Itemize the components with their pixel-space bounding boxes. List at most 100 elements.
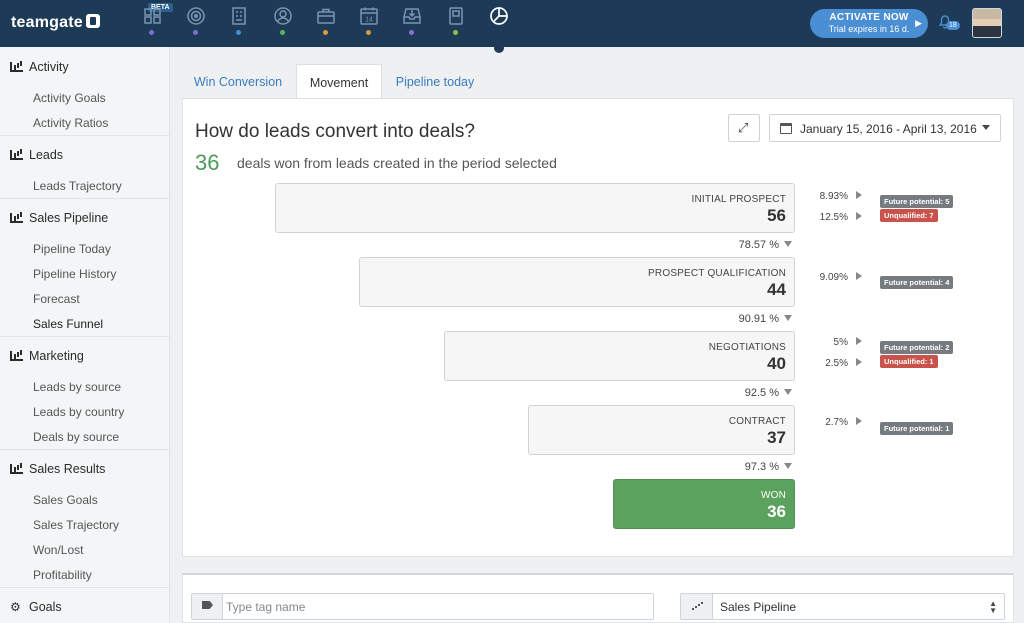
sidebar-section-label: Marketing <box>29 349 84 363</box>
funnel-stage-negotiations[interactable]: NEGOTIATIONS 40 <box>444 331 795 381</box>
bar-chart-icon <box>10 351 23 361</box>
sidebar-item-sales-trajectory[interactable]: Sales Trajectory <box>33 518 119 532</box>
dropoff-percent: 2.5% <box>812 358 862 369</box>
pipeline-select[interactable]: Sales Pipeline ▲ ▼ <box>680 593 1005 620</box>
won-caption: deals won from leads created in the peri… <box>237 155 557 171</box>
sidebar-item-leads-by-source[interactable]: Leads by source <box>33 380 121 394</box>
tag-icon <box>202 601 213 609</box>
activate-now-button[interactable]: ACTIVATE NOW Trial expires in 16 d. ▶ <box>810 9 928 38</box>
triangle-down-icon <box>784 389 792 395</box>
sidebar-item-activity-ratios[interactable]: Activity Ratios <box>33 116 108 130</box>
divider <box>0 449 170 450</box>
conversion-rate: 90.91 % <box>712 313 792 325</box>
pipeline-select-value: Sales Pipeline <box>720 600 797 614</box>
sidebar-section-label: Activity <box>29 60 69 74</box>
sidebar-item-sales-goals[interactable]: Sales Goals <box>33 493 98 507</box>
target-icon[interactable] <box>186 6 206 26</box>
sidebar-item-pipeline-history[interactable]: Pipeline History <box>33 267 116 281</box>
funnel-stage-contract[interactable]: CONTRACT 37 <box>528 405 795 455</box>
sidebar-section-label: Leads <box>29 148 64 162</box>
bar-chart-icon <box>10 464 23 474</box>
chevron-right-icon: ▶ <box>915 18 922 28</box>
dropoff-percent: 5% <box>812 337 862 348</box>
funnel-stage-won[interactable]: WON 36 <box>613 479 795 529</box>
sidebar-item-deals-by-source[interactable]: Deals by source <box>33 430 119 444</box>
future-potential-badge[interactable]: Future potential: 5 <box>880 195 954 208</box>
target-dot <box>193 30 198 35</box>
tab-win-conversion[interactable]: Win Conversion <box>182 64 294 99</box>
expand-icon: ⤢ <box>738 120 749 135</box>
chevron-down-icon <box>982 125 990 130</box>
activate-title: ACTIVATE NOW <box>829 12 909 23</box>
dropoff-percent: 2.7% <box>812 417 862 428</box>
notification-count-badge: 18 <box>946 21 960 30</box>
page-title: How do leads convert into deals? <box>195 121 475 142</box>
sidebar-item-activity-goals[interactable]: Activity Goals <box>33 91 106 105</box>
unqualified-badge[interactable]: Unqualified: 7 <box>880 209 938 222</box>
sidebar-item-pipeline-today[interactable]: Pipeline Today <box>33 242 111 256</box>
dropoff-value: 2.5% <box>825 358 848 369</box>
triangle-right-icon <box>856 417 862 425</box>
documents-icon[interactable] <box>446 6 466 26</box>
companies-icon[interactable] <box>229 6 249 26</box>
sidebar-item-forecast[interactable]: Forecast <box>33 292 80 306</box>
dropoff-percent: 12.5% <box>812 212 862 223</box>
stage-name: INITIAL PROSPECT <box>691 194 786 205</box>
sidebar-item-won-lost[interactable]: Won/Lost <box>33 543 83 557</box>
divider <box>0 135 170 136</box>
calendar-day: 14 <box>365 17 373 24</box>
date-range-picker[interactable]: January 15, 2016 - April 13, 2016 <box>769 114 1001 142</box>
tab-movement[interactable]: Movement <box>296 64 382 99</box>
dropoff-value: 8.93% <box>819 191 848 202</box>
contacts-icon[interactable] <box>273 6 293 26</box>
sidebar-section-sales-pipeline[interactable]: Sales Pipeline <box>10 211 108 225</box>
inbox-icon[interactable] <box>402 6 422 26</box>
triangle-down-icon <box>784 463 792 469</box>
future-potential-badge[interactable]: Future potential: 1 <box>880 422 954 435</box>
dropoff-value: 9.09% <box>819 272 848 283</box>
tag-input[interactable] <box>225 594 650 619</box>
sidebar-item-sales-funnel[interactable]: Sales Funnel <box>33 317 103 331</box>
calendar-icon[interactable]: 14 <box>359 6 379 26</box>
sidebar: Activity Activity Goals Activity Ratios … <box>0 47 170 623</box>
tag-filter[interactable] <box>191 593 654 620</box>
teamgate-logo[interactable]: teamgate <box>11 14 100 32</box>
dashboard-icon[interactable] <box>143 6 163 26</box>
triangle-down-icon <box>784 241 792 247</box>
stage-name: PROSPECT QUALIFICATION <box>648 268 786 279</box>
contacts-dot <box>280 30 285 35</box>
reports-icon[interactable] <box>489 6 509 26</box>
triangle-down-icon <box>784 315 792 321</box>
bar-chart-icon <box>10 150 23 160</box>
sidebar-section-activity[interactable]: Activity <box>10 60 69 74</box>
trial-expiry-text: Trial expires in 16 d. <box>828 24 910 34</box>
deals-icon[interactable] <box>316 6 336 26</box>
sidebar-section-sales-results[interactable]: Sales Results <box>10 462 105 476</box>
top-bar: teamgate BETA 14 ACTIVATE NOW Trial expi… <box>0 0 1024 47</box>
funnel-stage-initial-prospect[interactable]: INITIAL PROSPECT 56 <box>275 183 795 233</box>
triangle-right-icon <box>856 272 862 280</box>
sidebar-section-goals[interactable]: ⚙ Goals <box>10 600 62 614</box>
future-potential-badge[interactable]: Future potential: 2 <box>880 341 954 354</box>
unqualified-badge[interactable]: Unqualified: 1 <box>880 355 938 368</box>
conversion-rate: 97.3 % <box>712 461 792 473</box>
sidebar-section-leads[interactable]: Leads <box>10 148 63 162</box>
sidebar-item-leads-trajectory[interactable]: Leads Trajectory <box>33 179 122 193</box>
future-potential-badge[interactable]: Future potential: 4 <box>880 276 954 289</box>
stage-value: 36 <box>767 502 786 521</box>
sidebar-item-profitability[interactable]: Profitability <box>33 568 92 582</box>
deals-dot <box>323 30 328 35</box>
bar-chart-icon <box>10 213 23 223</box>
conversion-value: 92.5 % <box>744 387 779 399</box>
dropoff-percent: 9.09% <box>812 272 862 283</box>
funnel-stage-prospect-qualification[interactable]: PROSPECT QUALIFICATION 44 <box>359 257 795 307</box>
expand-button[interactable]: ⤢ <box>728 114 760 142</box>
sidebar-section-marketing[interactable]: Marketing <box>10 349 84 363</box>
calendar-dot <box>366 30 371 35</box>
tab-pipeline-today[interactable]: Pipeline today <box>384 64 486 99</box>
user-avatar[interactable] <box>972 8 1002 38</box>
sidebar-item-leads-by-country[interactable]: Leads by country <box>33 405 124 419</box>
inbox-dot <box>409 30 414 35</box>
won-count: 36 <box>195 150 220 175</box>
active-nav-indicator <box>494 43 504 53</box>
